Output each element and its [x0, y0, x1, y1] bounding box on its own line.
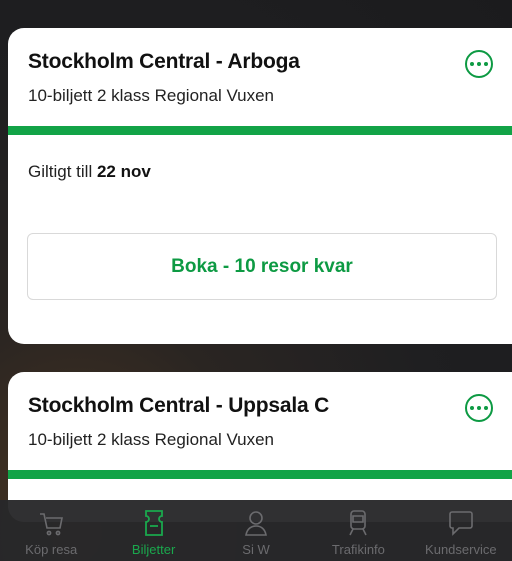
- valid-until: Giltigt till 22 nov: [28, 162, 151, 182]
- ticket-header: Stockholm Central - Arboga 10-biljett 2 …: [8, 28, 512, 106]
- tab-label: Biljetter: [131, 542, 176, 557]
- chat-bubble-icon: [449, 511, 473, 536]
- more-options-button[interactable]: [465, 50, 493, 78]
- ticket-divider: [8, 470, 512, 479]
- train-icon: [349, 510, 368, 536]
- ticket-divider: [8, 126, 512, 135]
- tab-customer-service[interactable]: Kundservice: [410, 500, 512, 561]
- person-icon: [245, 511, 267, 536]
- tab-buy-trip[interactable]: Köp resa: [0, 500, 102, 561]
- valid-until-date: 22 nov: [96, 162, 151, 181]
- valid-until-label: Giltigt till: [28, 162, 93, 181]
- more-options-button[interactable]: [465, 394, 493, 422]
- ticket-icon: [144, 510, 163, 536]
- tab-label: Trafikinfo: [331, 542, 385, 557]
- ticket-header: Stockholm Central - Uppsala C 10-biljett…: [8, 372, 512, 450]
- ticket-type: 10-biljett 2 klass Regional Vuxen: [28, 430, 275, 449]
- tab-label: Si W: [242, 542, 270, 557]
- tab-label: Kundservice: [425, 542, 497, 557]
- cart-icon: [40, 513, 64, 536]
- book-trip-button[interactable]: Boka - 10 resor kvar: [27, 233, 497, 300]
- tab-label: Köp resa: [25, 542, 78, 557]
- tab-profile[interactable]: Si W: [205, 500, 307, 561]
- ticket-route: Stockholm Central - Arboga: [28, 50, 300, 73]
- ellipsis-icon: [470, 406, 474, 410]
- ticket-route: Stockholm Central - Uppsala C: [28, 394, 330, 417]
- ticket-type: 10-biljett 2 klass Regional Vuxen: [28, 86, 275, 105]
- ticket-card: Stockholm Central - Arboga 10-biljett 2 …: [8, 28, 512, 344]
- tab-traffic-info[interactable]: Trafikinfo: [307, 500, 409, 561]
- ellipsis-icon: [470, 62, 474, 66]
- tab-tickets[interactable]: Biljetter: [102, 500, 204, 561]
- bottom-tab-bar: Köp resa Biljetter Si W Trafikinfo Kunds…: [0, 500, 512, 561]
